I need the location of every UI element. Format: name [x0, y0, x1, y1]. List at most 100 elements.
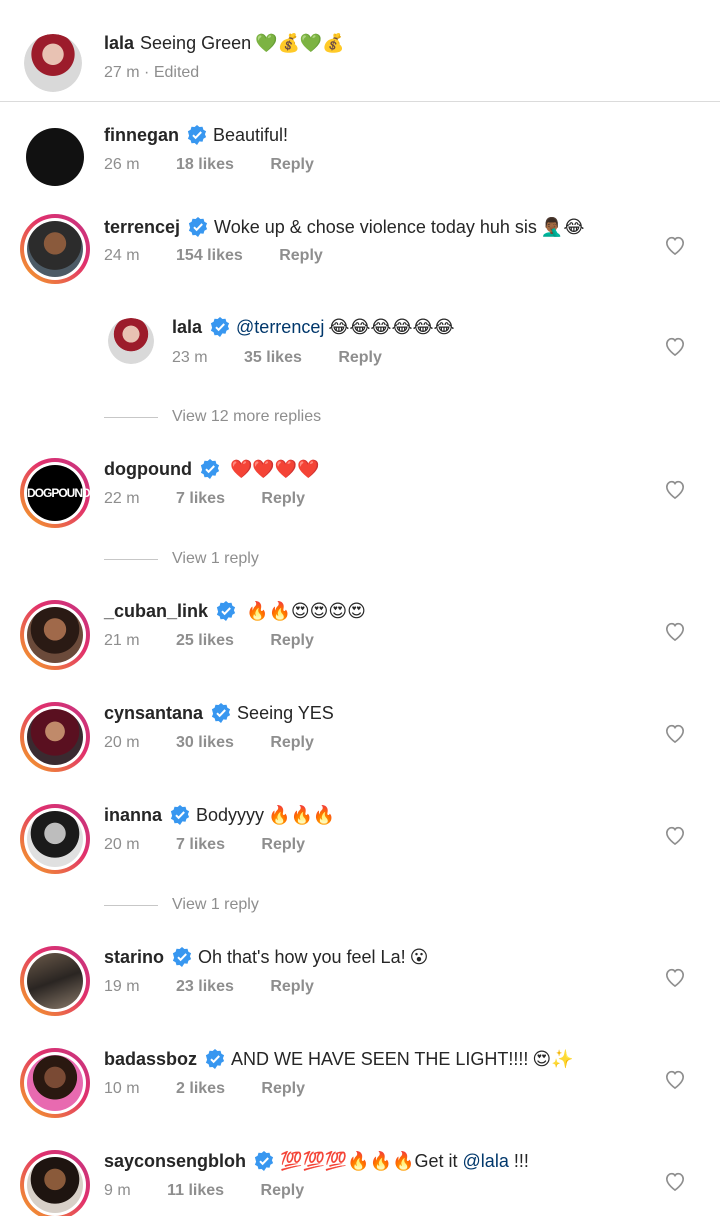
like-heart-icon[interactable] [664, 967, 686, 987]
timestamp: 24 m [104, 247, 140, 264]
likes-count[interactable]: 2 likes [176, 1080, 225, 1098]
verified-badge-icon [170, 805, 190, 825]
likes-count[interactable]: 7 likes [176, 490, 225, 508]
likes-count[interactable]: 35 likes [244, 349, 302, 367]
like-heart-icon[interactable] [664, 1069, 686, 1089]
like-heart-icon[interactable] [664, 621, 686, 641]
username[interactable]: starino [104, 946, 164, 968]
username[interactable]: dogpound [104, 458, 192, 480]
view-replies-button[interactable]: View 12 more replies [104, 408, 321, 426]
likes-count[interactable]: 154 likes [176, 247, 243, 265]
likes-count[interactable]: 25 likes [176, 632, 234, 650]
avatar[interactable] [20, 1048, 90, 1118]
likes-count[interactable]: 23 likes [176, 978, 234, 996]
timestamp: 10 m [104, 1080, 140, 1097]
comment-row: terrencej Woke up & chose violence today… [0, 202, 720, 302]
avatar[interactable] [20, 804, 90, 874]
comment-row: sayconsengbloh 💯💯💯🔥🔥🔥 Get it @lala !!! 9… [0, 1136, 720, 1216]
avatar[interactable] [108, 318, 154, 364]
reply-button[interactable]: Reply [261, 1182, 305, 1200]
verified-badge-icon [205, 1049, 225, 1069]
comment-row: badassboz AND WE HAVE SEEN THE LIGHT!!!!… [0, 1034, 720, 1134]
verified-badge-icon [187, 125, 207, 145]
view-replies-label: View 1 reply [172, 550, 259, 567]
avatar[interactable] [20, 600, 90, 670]
verified-badge-icon [188, 217, 208, 237]
reply-row: lala @terrencej 😂😂😂😂😂😂 23 m 35 likes Rep… [0, 302, 720, 392]
view-replies-label: View 12 more replies [172, 408, 322, 425]
comment-text: Bodyyyy [196, 805, 265, 825]
comment-text-tail: !!! [513, 1151, 529, 1171]
username[interactable]: lala [104, 32, 134, 54]
like-heart-icon[interactable] [664, 825, 686, 845]
reply-button[interactable]: Reply [261, 836, 305, 854]
avatar[interactable] [24, 34, 82, 92]
username[interactable]: cynsantana [104, 702, 203, 724]
username[interactable]: badassboz [104, 1048, 197, 1070]
reply-button[interactable]: Reply [270, 978, 314, 996]
comment-emoji: 🤦🏾‍♂️😂 [540, 217, 585, 237]
username[interactable]: terrencej [104, 216, 180, 238]
view-replies-button[interactable]: View 1 reply [104, 896, 259, 914]
comment-emoji: 🔥🔥😍😍😍😍 [246, 601, 366, 621]
view-replies-label: View 1 reply [172, 896, 259, 913]
view-replies-button[interactable]: View 1 reply [104, 550, 259, 568]
timestamp: 22 m [104, 490, 140, 507]
timestamp: 9 m [104, 1182, 131, 1199]
reply-button[interactable]: Reply [338, 349, 382, 367]
caption-text: Seeing Green [140, 33, 252, 53]
verified-badge-icon [172, 947, 192, 967]
like-heart-icon[interactable] [664, 336, 686, 356]
avatar[interactable] [20, 702, 90, 772]
timestamp: 23 m [172, 349, 208, 366]
comment-emoji: 😂😂😂😂😂😂 [328, 317, 455, 337]
reply-button[interactable]: Reply [279, 247, 323, 265]
like-heart-icon[interactable] [664, 723, 686, 743]
comment-emoji: 😮 [409, 947, 429, 967]
avatar[interactable]: DOGPOUND [20, 458, 90, 528]
timestamp: 27 m [104, 64, 140, 81]
reply-button[interactable]: Reply [261, 1080, 305, 1098]
comment-row: inanna Bodyyyy 🔥🔥🔥 20 m 7 likes Reply [0, 790, 720, 890]
timestamp: 26 m [104, 156, 140, 173]
comment-row: DOGPOUND dogpound ❤️❤️❤️❤️ 22 m 7 likes … [0, 444, 720, 544]
comment-text: Woke up & chose violence today huh sis [214, 217, 537, 237]
like-heart-icon[interactable] [664, 479, 686, 499]
comment-row: starino Oh that's how you feel La! 😮 19 … [0, 932, 720, 1032]
caption-emoji: 💚💰💚💰 [255, 33, 345, 53]
comment-emoji: 😍✨ [532, 1049, 574, 1069]
avatar[interactable] [20, 1150, 90, 1216]
comment-text: Beautiful! [213, 125, 289, 145]
mention-link[interactable]: @lala [463, 1150, 509, 1172]
comment-emoji: 💯💯💯🔥🔥🔥 [280, 1151, 415, 1171]
reply-button[interactable]: Reply [261, 490, 305, 508]
verified-badge-icon [216, 601, 236, 621]
avatar[interactable] [26, 128, 84, 186]
verified-badge-icon [254, 1151, 274, 1171]
timestamp: 20 m [104, 836, 140, 853]
likes-count[interactable]: 11 likes [167, 1182, 224, 1200]
username[interactable]: _cuban_link [104, 600, 208, 622]
edited-label: Edited [153, 64, 200, 81]
username[interactable]: finnegan [104, 124, 179, 146]
comment-row: finnegan Beautiful! 26 m 18 likes Reply [0, 102, 720, 202]
comment-row: cynsantana Seeing YES 20 m 30 likes Repl… [0, 688, 720, 788]
username[interactable]: inanna [104, 804, 162, 826]
timestamp: 19 m [104, 978, 140, 995]
reply-button[interactable]: Reply [270, 156, 314, 174]
avatar[interactable] [20, 214, 90, 284]
mention-link[interactable]: @terrencej [236, 316, 324, 338]
comment-text: Oh that's how you feel La! [198, 947, 406, 967]
like-heart-icon[interactable] [664, 1171, 686, 1191]
like-heart-icon[interactable] [664, 235, 686, 255]
avatar[interactable] [20, 946, 90, 1016]
reply-button[interactable]: Reply [270, 734, 314, 752]
comment-text: Get it [414, 1151, 458, 1171]
likes-count[interactable]: 7 likes [176, 836, 225, 854]
verified-badge-icon [210, 317, 230, 337]
likes-count[interactable]: 18 likes [176, 156, 234, 174]
username[interactable]: lala [172, 316, 202, 338]
reply-button[interactable]: Reply [270, 632, 314, 650]
likes-count[interactable]: 30 likes [176, 734, 234, 752]
username[interactable]: sayconsengbloh [104, 1150, 246, 1172]
